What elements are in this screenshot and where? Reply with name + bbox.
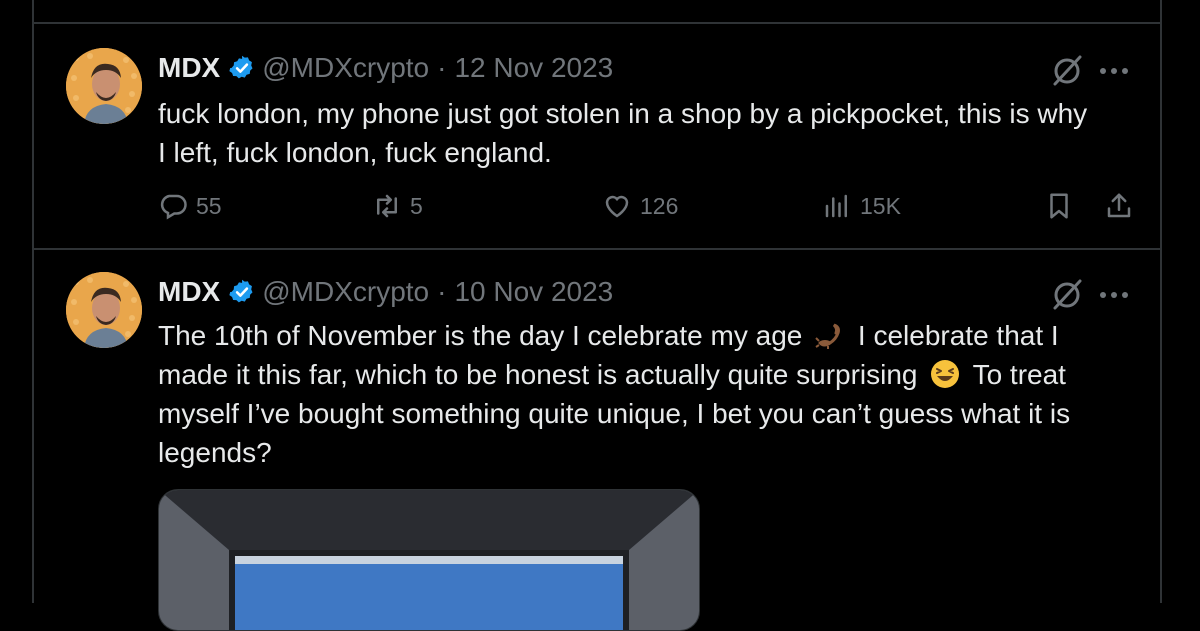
separator-dot: · [437, 276, 447, 307]
tweet-text-line: legends? [158, 437, 272, 468]
grok-icon[interactable] [1050, 278, 1084, 312]
scorpion-emoji [815, 323, 841, 349]
tweet-actions: 55 5 126 15K [158, 191, 1131, 227]
user-handle[interactable]: @MDXcrypto [262, 276, 429, 308]
views-button[interactable]: 15K [822, 191, 901, 221]
tweet-text-segment: made it this far, which to be honest is … [158, 359, 918, 390]
bookmark-icon[interactable] [1044, 191, 1074, 221]
tweet-text-line: made it this far, which to be honest is … [158, 355, 1148, 394]
share-icon[interactable] [1104, 191, 1134, 221]
tweet-text-segment: The 10th of November is the day I celebr… [158, 320, 803, 351]
tweet-text-line: The 10th of November is the day I celebr… [158, 316, 1148, 355]
views-icon [825, 194, 847, 218]
tweet[interactable]: MDX @MDXcrypto · 12 Nov 2023 fuck london… [34, 24, 1160, 248]
grok-icon[interactable] [1050, 54, 1084, 88]
laughing-emoji [931, 360, 960, 388]
separator-dot: · [437, 52, 447, 83]
like-icon [605, 195, 629, 218]
user-handle[interactable]: @MDXcrypto [262, 52, 429, 84]
view-count: 15K [860, 192, 901, 219]
tweet-media-image[interactable] [158, 489, 700, 631]
repost-button[interactable]: 5 [372, 191, 423, 221]
like-count: 126 [640, 192, 679, 219]
tweet-text-line: I left, fuck london, fuck england. [158, 137, 552, 168]
reply-count: 55 [196, 192, 222, 219]
avatar[interactable] [66, 272, 142, 348]
display-name[interactable]: MDX [158, 276, 220, 308]
avatar[interactable] [66, 48, 142, 124]
tweet-text: fuck london, my phone just got stolen in… [158, 94, 1148, 172]
repost-icon [377, 194, 397, 218]
display-name[interactable]: MDX [158, 52, 220, 84]
like-button[interactable]: 126 [602, 191, 678, 221]
tweet-date[interactable]: 12 Nov 2023 [454, 52, 613, 84]
verified-badge-icon[interactable] [228, 54, 256, 82]
more-icon[interactable] [1098, 290, 1130, 300]
reply-icon [160, 194, 187, 220]
tweet-header: MDX @MDXcrypto · 10 Nov 2023 [158, 276, 613, 308]
verified-badge-icon[interactable] [228, 278, 256, 306]
repost-count: 5 [410, 192, 423, 219]
tweet-text-segment: I celebrate that I [857, 320, 1059, 351]
tweet-text: The 10th of November is the day I celebr… [158, 316, 1148, 472]
tweet-header: MDX @MDXcrypto · 12 Nov 2023 [158, 52, 613, 84]
timeline-column: MDX @MDXcrypto · 12 Nov 2023 fuck london… [32, 0, 1162, 631]
tweet-text-line: myself I’ve bought something quite uniqu… [158, 398, 1071, 429]
reply-button[interactable]: 55 [158, 191, 222, 221]
more-icon[interactable] [1098, 66, 1130, 76]
tweet-date[interactable]: 10 Nov 2023 [454, 276, 613, 308]
tweet-text-line: fuck london, my phone just got stolen in… [158, 98, 1088, 129]
tweet-text-segment: To treat [972, 359, 1066, 390]
